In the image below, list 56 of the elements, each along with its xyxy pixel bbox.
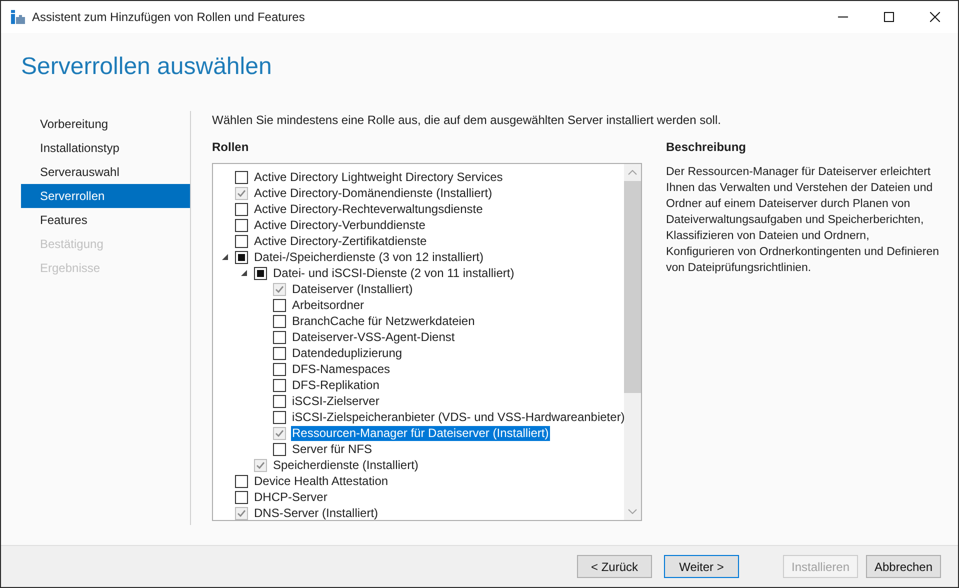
wizard-step[interactable]: Vorbereitung [21,112,190,136]
checkbox[interactable] [273,442,286,456]
window-title: Assistent zum Hinzufügen von Rollen und Features [32,9,305,26]
checkbox[interactable] [273,394,286,408]
checkbox[interactable] [235,234,248,248]
role-label[interactable]: Datei-/Speicherdienste (3 von 12 installiert) [253,250,484,264]
checkbox[interactable] [235,490,248,504]
wizard-button[interactable]: Weiter > [664,555,739,578]
checkbox[interactable] [235,202,248,216]
scrollbar[interactable] [624,164,641,520]
role-label[interactable]: Dateiserver-VSS-Agent-Dienst [291,330,456,344]
wizard-step[interactable]: Serverauswahl [21,160,190,184]
checkbox[interactable] [273,346,286,360]
role-label[interactable]: Active Directory Lightweight Directory Services [253,170,504,184]
instruction-text: Wählen Sie mindestens eine Rolle aus, die auf dem ausgewählten Server installiert werden soll. [212,112,722,127]
role-label[interactable]: Active Directory-Zertifikatdienste [253,234,428,248]
wizard-step[interactable]: Features [21,208,190,232]
checkbox[interactable] [273,314,286,328]
role-label[interactable]: iSCSI-Zielserver [291,394,380,408]
server-manager-icon [10,9,26,25]
checkbox[interactable] [273,298,286,312]
checkbox[interactable] [273,410,286,424]
role-label[interactable]: DFS-Namespaces [291,362,392,376]
scrollbar-thumb[interactable] [624,181,641,393]
role-label[interactable]: Datei- und iSCSI-Dienste (2 von 11 installiert) [272,266,516,280]
wizard-step[interactable]: Serverrollen [21,184,190,208]
page-title: Serverrollen auswählen [21,52,272,82]
wizard-button[interactable]: Abbrechen [866,555,941,578]
checkbox[interactable] [273,362,286,376]
checkbox[interactable] [254,266,267,280]
role-label[interactable]: Arbeitsordner [291,298,366,312]
role-label[interactable]: Active Directory-Verbunddienste [253,218,426,232]
checkbox[interactable] [235,250,248,264]
checkbox[interactable] [235,218,248,232]
role-label[interactable]: DHCP-Server [253,490,328,504]
role-label[interactable]: DFS-Replikation [291,378,380,392]
role-label[interactable]: Datendeduplizierung [291,346,404,360]
role-label[interactable]: Active Directory-Rechteverwaltungsdienste [253,202,484,216]
close-icon [930,12,940,22]
description-heading: Beschreibung [666,139,748,154]
description-text: Der Ressourcen-Manager für Dateiserver erleichtert Ihnen das Verwalten und Verstehen der Dateien und Ordner auf einem Dateiserver durch Planen von Dateiverwaltungsaufgaben und Speicherberichten, Klassifizieren von Dateien und Ordnern, Konfigurieren von Ordnerkontingenten und Definieren von Dateiprüfungsrichtlinien. [666,165,940,276]
role-label[interactable]: Server für NFS [291,442,374,456]
collapse-arrow-icon[interactable] [222,254,228,260]
role-label[interactable]: iSCSI-Zielspeicheranbieter (VDS- und VSS-Hardwareanbieter) [291,410,624,424]
maximize-icon [884,12,894,22]
collapse-arrow-icon[interactable] [240,270,246,276]
checkbox[interactable] [273,378,286,392]
role-label[interactable]: Device Health Attestation [253,474,390,488]
roles-tree[interactable] [212,163,642,521]
checkbox[interactable] [235,474,248,488]
role-label[interactable]: BranchCache für Netzwerkdateien [291,314,476,328]
wizard-button[interactable]: < Zurück [577,555,652,578]
wizard-step[interactable]: Installationstyp [21,136,190,160]
checkbox[interactable] [235,170,248,184]
checkbox[interactable] [273,330,286,344]
roles-heading: Rollen [212,139,250,154]
